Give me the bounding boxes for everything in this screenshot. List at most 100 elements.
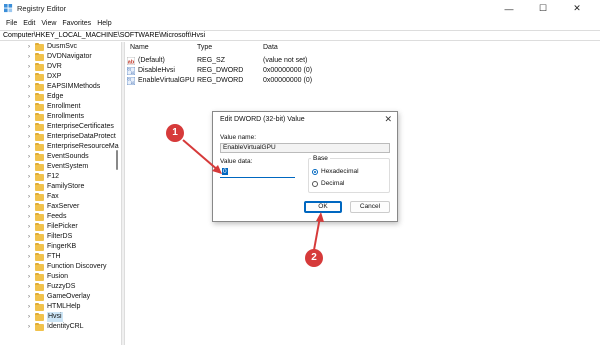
tree-item[interactable]: › IdentityCRL — [0, 322, 121, 332]
ok-button[interactable]: OK — [304, 201, 342, 213]
pane-splitter[interactable] — [121, 42, 125, 345]
chevron-right-icon[interactable]: › — [28, 152, 30, 162]
tree-scrollbar-thumb[interactable] — [116, 150, 118, 170]
chevron-right-icon[interactable]: › — [28, 262, 30, 272]
chevron-right-icon[interactable]: › — [28, 212, 30, 222]
maximize-button[interactable]: ☐ — [526, 0, 560, 17]
list-row[interactable]: 01 10 DisableHvsi REG_DWORD 0x00000000 (… — [126, 66, 600, 76]
chevron-right-icon[interactable]: › — [28, 122, 30, 132]
decimal-label[interactable]: Decimal — [321, 180, 344, 187]
dialog-close-button[interactable]: ✕ — [384, 114, 392, 125]
list-row[interactable]: 01 10 EnableVirtualGPU REG_DWORD 0x00000… — [126, 76, 600, 86]
menu-favorites[interactable]: Favorites — [59, 18, 94, 29]
tree-item[interactable]: › DVDNavigator — [0, 52, 121, 62]
chevron-right-icon[interactable]: › — [28, 42, 30, 52]
tree-item[interactable]: › Fax — [0, 192, 121, 202]
tree-item[interactable]: › Enrollments — [0, 112, 121, 122]
folder-icon — [35, 163, 44, 171]
chevron-right-icon[interactable]: › — [28, 72, 30, 82]
tree-item-label: Enrollment — [47, 103, 81, 110]
column-header-data[interactable]: Data — [263, 42, 278, 53]
tree-item[interactable]: › Enrollment — [0, 102, 121, 112]
tree-item[interactable]: › FTH — [0, 252, 121, 262]
chevron-right-icon[interactable]: › — [28, 172, 30, 182]
chevron-right-icon[interactable]: › — [28, 142, 30, 152]
tree-item[interactable]: › FilterDS — [0, 232, 121, 242]
tree-item[interactable]: › Feeds — [0, 212, 121, 222]
decimal-radio[interactable] — [312, 181, 318, 187]
minimize-button[interactable]: — — [492, 0, 526, 17]
chevron-right-icon[interactable]: › — [28, 272, 30, 282]
folder-icon — [35, 73, 44, 81]
tree-item[interactable]: › FuzzyDS — [0, 282, 121, 292]
tree-item-label: Edge — [47, 93, 64, 100]
tree-item[interactable]: › F12 — [0, 172, 121, 182]
tree-item[interactable]: › EnterpriseResourceMa — [0, 142, 121, 152]
chevron-right-icon[interactable]: › — [28, 82, 30, 92]
tree-item[interactable]: › DVR — [0, 62, 121, 72]
folder-icon — [35, 213, 44, 221]
chevron-right-icon[interactable]: › — [28, 102, 30, 112]
chevron-right-icon[interactable]: › — [28, 92, 30, 102]
tree-scrollbar[interactable] — [114, 42, 120, 345]
tree-item[interactable]: › EnterpriseCertificates — [0, 122, 121, 132]
tree-item[interactable]: › FamilyStore — [0, 182, 121, 192]
tree-item-label: FilePicker — [47, 223, 78, 230]
tree-item[interactable]: › EAPSIMMethods — [0, 82, 121, 92]
chevron-right-icon[interactable]: › — [28, 312, 30, 322]
close-button[interactable]: ✕ — [560, 0, 594, 17]
folder-icon — [35, 303, 44, 311]
menu-view[interactable]: View — [38, 18, 59, 29]
chevron-right-icon[interactable]: › — [28, 182, 30, 192]
chevron-right-icon[interactable]: › — [28, 222, 30, 232]
chevron-right-icon[interactable]: › — [28, 162, 30, 172]
tree-item[interactable]: › FingerKB — [0, 242, 121, 252]
chevron-right-icon[interactable]: › — [28, 302, 30, 312]
hexadecimal-label[interactable]: Hexadecimal — [321, 168, 359, 175]
chevron-right-icon[interactable]: › — [28, 242, 30, 252]
tree-item-label: EnterpriseCertificates — [47, 123, 114, 130]
menu-edit[interactable]: Edit — [20, 18, 38, 29]
column-header-name[interactable]: Name — [130, 42, 149, 53]
tree-item[interactable]: › FilePicker — [0, 222, 121, 232]
tree-item[interactable]: › FaxServer — [0, 202, 121, 212]
chevron-right-icon[interactable]: › — [28, 292, 30, 302]
key-tree[interactable]: › DusmSvc › DVDNavigator › DVR › DXP › EAPSIMMeth… — [0, 42, 121, 345]
chevron-right-icon[interactable]: › — [28, 132, 30, 142]
chevron-right-icon[interactable]: › — [28, 112, 30, 122]
chevron-right-icon[interactable]: › — [28, 62, 30, 72]
chevron-right-icon[interactable]: › — [28, 282, 30, 292]
tree-item[interactable]: › Function Discovery — [0, 262, 121, 272]
tree-item[interactable]: › Edge — [0, 92, 121, 102]
address-bar[interactable]: Computer\HKEY_LOCAL_MACHINE\SOFTWARE\Mic… — [0, 30, 600, 41]
chevron-right-icon[interactable]: › — [28, 322, 30, 332]
menu-bar: File Edit View Favorites Help — [0, 18, 600, 29]
value-data-input[interactable]: 0 — [220, 168, 295, 178]
menu-help[interactable]: Help — [94, 18, 114, 29]
chevron-right-icon[interactable]: › — [28, 52, 30, 62]
cancel-button[interactable]: Cancel — [350, 201, 390, 213]
folder-icon — [35, 263, 44, 271]
chevron-right-icon[interactable]: › — [28, 192, 30, 202]
tree-item[interactable]: › EnterpriseDataProtect — [0, 132, 121, 142]
hexadecimal-radio[interactable] — [312, 169, 318, 175]
menu-file[interactable]: File — [3, 18, 20, 29]
tree-item[interactable]: › HTMLHelp — [0, 302, 121, 312]
folder-icon — [35, 313, 44, 321]
column-header-type[interactable]: Type — [197, 42, 212, 53]
tree-item-label: EventSounds — [47, 153, 89, 160]
chevron-right-icon[interactable]: › — [28, 202, 30, 212]
tree-item[interactable]: › Fusion — [0, 272, 121, 282]
tree-item-label: Hvsi — [47, 312, 63, 322]
tree-item[interactable]: › Hvsi — [0, 312, 121, 322]
tree-item[interactable]: › DXP — [0, 72, 121, 82]
tree-item-label: FTH — [47, 253, 61, 260]
tree-item[interactable]: › EventSystem — [0, 162, 121, 172]
tree-item[interactable]: › GameOverlay — [0, 292, 121, 302]
tree-item-label: FuzzyDS — [47, 283, 76, 290]
chevron-right-icon[interactable]: › — [28, 252, 30, 262]
chevron-right-icon[interactable]: › — [28, 232, 30, 242]
tree-item[interactable]: › DusmSvc — [0, 42, 121, 52]
list-row[interactable]: ab (Default) REG_SZ (value not set) — [126, 56, 600, 66]
tree-item[interactable]: › EventSounds — [0, 152, 121, 162]
